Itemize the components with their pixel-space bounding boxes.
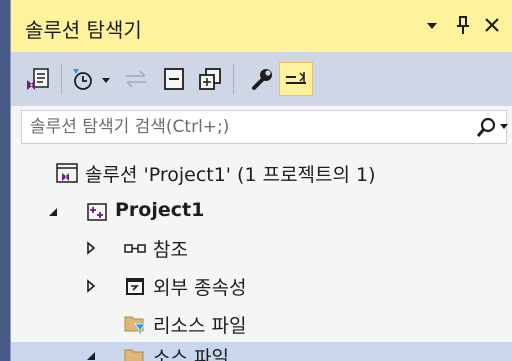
collapse-all-icon [164, 68, 184, 90]
solution-explorer-panel: 솔루션 탐색기 솔루션 탐색기 검색(Ctrl+;) 솔루션 'Project1… [10, 0, 512, 361]
tree-item-external-dependencies[interactable]: 외부 종속성 [11, 268, 512, 304]
close-icon[interactable] [483, 14, 501, 42]
expanded-arrow-icon[interactable] [45, 203, 61, 219]
tree-item-label: 솔루션 'Project1' (1 프로젝트의 1) [85, 164, 376, 186]
tree-item-solution[interactable]: 솔루션 'Project1' (1 프로젝트의 1) [11, 155, 512, 191]
search-box [21, 110, 508, 144]
tree-item-label: 리소스 파일 [153, 315, 247, 337]
external-dependencies-icon [123, 274, 147, 298]
copy-documents-icon [199, 68, 221, 90]
properties-button[interactable] [245, 62, 279, 96]
search-options-dropdown-icon[interactable] [500, 124, 508, 129]
expanded-arrow-icon[interactable] [83, 348, 99, 361]
tree-item-label: Project1 [115, 199, 205, 221]
filter-folder-icon [123, 345, 147, 361]
wrench-icon [252, 69, 272, 90]
tree-item-label: 외부 종속성 [153, 277, 247, 299]
title-bar[interactable]: 솔루션 탐색기 [11, 0, 512, 52]
filter-folder-icon [123, 312, 147, 336]
tree-item-references[interactable]: 참조 [11, 230, 512, 266]
references-icon [123, 236, 147, 260]
tree-item-source-files[interactable]: 소스 파일 [11, 342, 512, 361]
search-input[interactable] [22, 111, 452, 143]
clock-icon [73, 69, 110, 90]
switch-views-icon [27, 68, 49, 90]
tree-item-project[interactable]: Project1 [11, 194, 512, 230]
search-icon[interactable] [474, 116, 498, 140]
sync-with-active-document-button[interactable] [119, 62, 153, 96]
collapse-all-button[interactable] [157, 62, 191, 96]
cpp-project-icon [85, 200, 109, 224]
collapsed-arrow-icon[interactable] [83, 277, 99, 293]
tree-item-label: 소스 파일 [153, 347, 229, 361]
panel-title: 솔루션 탐색기 [25, 18, 142, 42]
solution-icon [55, 161, 79, 185]
window-position-dropdown-icon[interactable] [425, 14, 439, 42]
preview-icon [286, 72, 306, 84]
tree-item-label: 참조 [153, 239, 188, 261]
tree-item-resource-files[interactable]: 리소스 파일 [11, 306, 512, 342]
toolbar [11, 52, 512, 106]
sync-arrows-icon [126, 70, 146, 88]
switch-views-button[interactable] [21, 62, 55, 96]
toolbar-separator [61, 64, 62, 94]
toolbar-separator [233, 64, 234, 94]
preview-selected-items-button[interactable] [279, 62, 313, 96]
show-all-files-button[interactable] [193, 62, 227, 96]
collapsed-arrow-icon[interactable] [83, 239, 99, 255]
pending-changes-filter-button[interactable] [67, 62, 117, 96]
pin-icon[interactable] [455, 14, 471, 42]
